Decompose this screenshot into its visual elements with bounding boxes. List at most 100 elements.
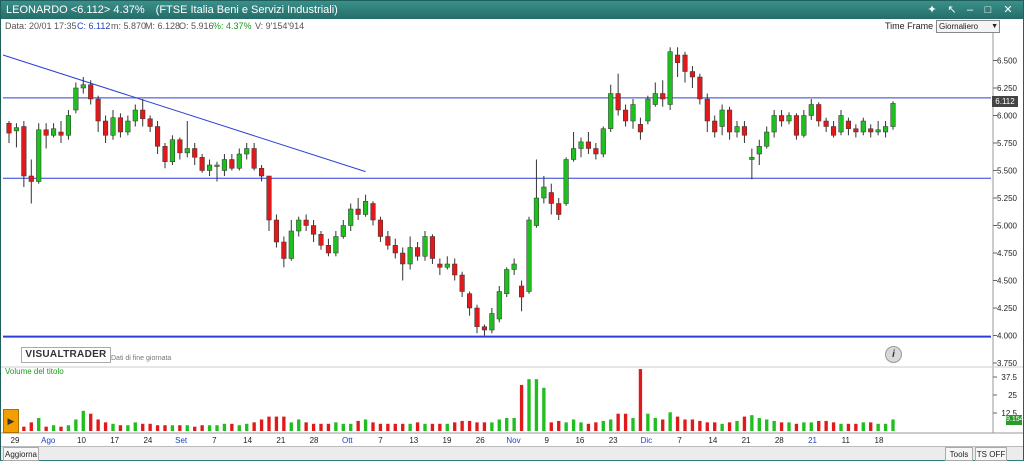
candle-body — [823, 120, 829, 127]
info-icon[interactable]: i — [885, 346, 902, 363]
x-tick-label: Ott — [342, 436, 353, 445]
candle-body — [489, 313, 495, 331]
price-tick-label: 6.000 — [997, 112, 1018, 121]
candle-body — [452, 263, 458, 276]
volume-bar — [809, 422, 813, 431]
volume-bar — [386, 423, 390, 431]
candle-body — [422, 236, 428, 257]
candle-body — [407, 247, 413, 265]
candle-body — [162, 146, 168, 162]
refresh-button[interactable]: Aggiorna — [3, 447, 39, 461]
volume-bar — [103, 422, 108, 431]
volume-bar — [267, 416, 271, 431]
volume-bar — [423, 423, 427, 431]
volume-bar — [349, 423, 353, 431]
candle-body — [593, 148, 599, 155]
volume-bar — [876, 423, 880, 431]
volume-bar — [601, 420, 605, 431]
quote-info-bar: Data: 20/01 17:35 C: 6.112 m: 5.870 M: 6… — [1, 19, 1023, 33]
candle-body — [303, 219, 309, 226]
pin-icon[interactable]: ✦ — [925, 3, 939, 17]
candle-body — [325, 245, 331, 254]
candle-body — [496, 291, 502, 320]
candle-body — [831, 126, 837, 136]
volume-bar — [542, 387, 546, 431]
volume-bar — [683, 419, 687, 431]
volume-bar — [230, 423, 234, 431]
candle-body — [199, 157, 205, 171]
maximize-icon[interactable]: □ — [981, 3, 995, 17]
x-tick-label: 9 — [544, 436, 549, 445]
volume-bar — [802, 422, 806, 431]
volume-bar — [787, 422, 791, 431]
volume-bar — [215, 425, 219, 431]
candle-body — [741, 126, 747, 136]
x-tick-label: 26 — [476, 436, 485, 445]
candle-body — [296, 219, 302, 232]
volume-bar — [74, 419, 78, 431]
candle-body — [578, 141, 584, 149]
resize-icon[interactable]: ↖ — [945, 3, 959, 17]
last-price-tag: 6.112 — [992, 96, 1018, 107]
volume-bar — [259, 419, 264, 431]
volume-bar — [534, 379, 539, 431]
volume-bar — [519, 384, 524, 431]
candle-body — [51, 128, 57, 136]
tools-button[interactable]: Tools — [945, 447, 973, 461]
volume-bar — [193, 426, 197, 431]
candle-body — [675, 54, 681, 63]
x-tick-label: Dic — [641, 436, 653, 445]
volume-bar — [297, 419, 301, 431]
candle-body — [259, 168, 265, 177]
candle-body — [21, 126, 27, 177]
volume-bar — [178, 425, 182, 431]
candle-body — [58, 131, 64, 136]
volume-bar — [594, 422, 598, 431]
x-tick-label: 17 — [110, 436, 119, 445]
candle-body — [623, 109, 629, 122]
candle-body — [311, 225, 317, 235]
candle-body — [244, 148, 250, 155]
volume-bar — [44, 426, 48, 431]
timeframe-value: Giornaliero — [939, 22, 979, 31]
volume-bar — [742, 416, 747, 431]
volume-bar — [207, 425, 212, 431]
candle-body — [392, 245, 398, 254]
volume-bar — [475, 422, 479, 431]
x-tick-label: 21 — [276, 436, 285, 445]
minimize-icon[interactable]: – — [963, 3, 977, 17]
candle-body — [117, 117, 123, 133]
candle-body — [13, 127, 19, 132]
panel-toggle-handle[interactable]: ▶ — [3, 409, 19, 433]
candle-body — [429, 236, 435, 259]
volume-bar — [609, 419, 613, 431]
volume-bar — [111, 423, 115, 431]
x-tick-label: 21 — [742, 436, 751, 445]
candle-body — [377, 219, 383, 237]
quote-date: Data: 20/01 17:35 — [5, 21, 77, 31]
volume-bar — [750, 415, 754, 431]
volume-bar — [512, 418, 516, 431]
volume-bar — [846, 423, 851, 431]
volume-bar — [675, 416, 680, 431]
volume-bar — [794, 423, 799, 431]
volume-bar — [430, 423, 435, 431]
price-chart[interactable]: 3.750 4.000 4.250 4.500 4.750 5.000 5.250 5.500… — [1, 33, 1023, 446]
volume-bar — [222, 423, 227, 431]
volume-bar — [334, 422, 338, 431]
close-icon[interactable]: ✕ — [1001, 3, 1015, 17]
candle-body — [526, 219, 532, 292]
x-tick-label: 7 — [677, 436, 682, 445]
quote-pct: %: 4.37% — [213, 21, 252, 31]
quote-min: m: 5.870 — [111, 21, 147, 31]
ts-toggle-button[interactable]: TS OFF — [975, 447, 1007, 461]
candle-body — [519, 285, 525, 298]
candle-body — [786, 115, 792, 122]
candle-body — [355, 208, 361, 215]
timeframe-select[interactable]: Giornaliero ▼ — [936, 20, 1000, 33]
volume-bar — [118, 425, 123, 431]
candle-body — [229, 159, 235, 169]
candle-body — [132, 109, 138, 122]
volume-bar — [81, 410, 85, 431]
volume-bar — [453, 422, 457, 431]
